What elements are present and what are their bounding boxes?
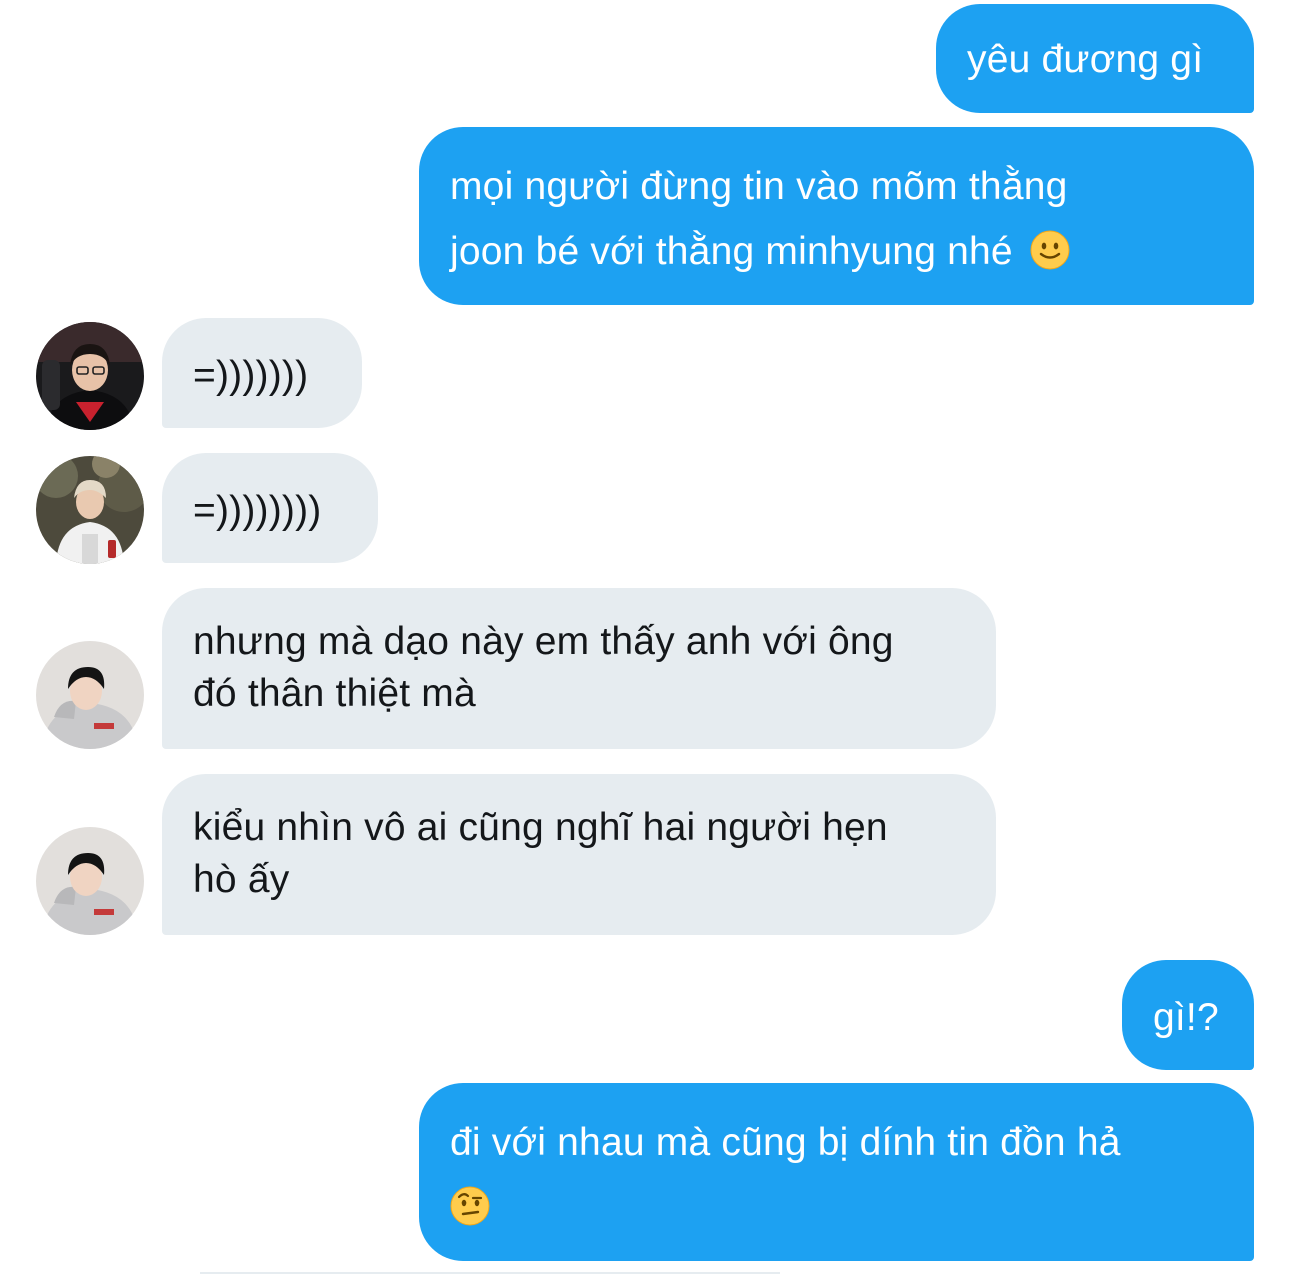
- divider: [200, 1272, 780, 1274]
- message-bubble-sent[interactable]: gì!?: [1122, 960, 1254, 1070]
- message-bubble-sent[interactable]: đi với nhau mà cũng bị dính tin đồn hả: [419, 1083, 1254, 1261]
- message-text: =))))))): [193, 354, 309, 397]
- dm-conversation: yêu đương gì mọi người đừng tin vào mõm …: [0, 0, 1290, 1276]
- message-bubble-received[interactable]: kiểu nhìn vô ai cũng nghĩ hai người hẹn …: [162, 774, 996, 935]
- message-text-line: mọi người đừng tin vào mõm thằng: [450, 165, 1068, 208]
- message-bubble-sent[interactable]: mọi người đừng tin vào mõm thằng joon bé…: [419, 127, 1254, 305]
- message-bubble-sent[interactable]: yêu đương gì: [936, 4, 1254, 113]
- message-text: gì!?: [1153, 996, 1219, 1039]
- message-text-line: joon bé với thằng minhyung nhé: [450, 230, 1013, 273]
- message-bubble-received[interactable]: =))))))): [162, 318, 362, 428]
- avatar[interactable]: [36, 322, 144, 430]
- avatar[interactable]: [36, 641, 144, 749]
- message-text-line: hò ấy: [193, 858, 290, 901]
- message-text-line: nhưng mà dạo này em thấy anh với ông: [193, 620, 894, 663]
- avatar[interactable]: [36, 827, 144, 935]
- message-text-line: kiểu nhìn vô ai cũng nghĩ hai người hẹn: [193, 806, 888, 849]
- message-text: =)))))))): [193, 489, 322, 532]
- message-bubble-received[interactable]: nhưng mà dạo này em thấy anh với ông đó …: [162, 588, 996, 749]
- message-text: yêu đương gì: [967, 38, 1204, 81]
- face-with-raised-eyebrow-icon: [450, 1181, 490, 1246]
- message-bubble-received[interactable]: =)))))))): [162, 453, 378, 563]
- message-text-line: đó thân thiệt mà: [193, 672, 476, 715]
- avatar[interactable]: [36, 456, 144, 564]
- slightly-smiling-face-icon: [1030, 225, 1070, 290]
- message-text-line: đi với nhau mà cũng bị dính tin đồn hả: [450, 1121, 1121, 1164]
